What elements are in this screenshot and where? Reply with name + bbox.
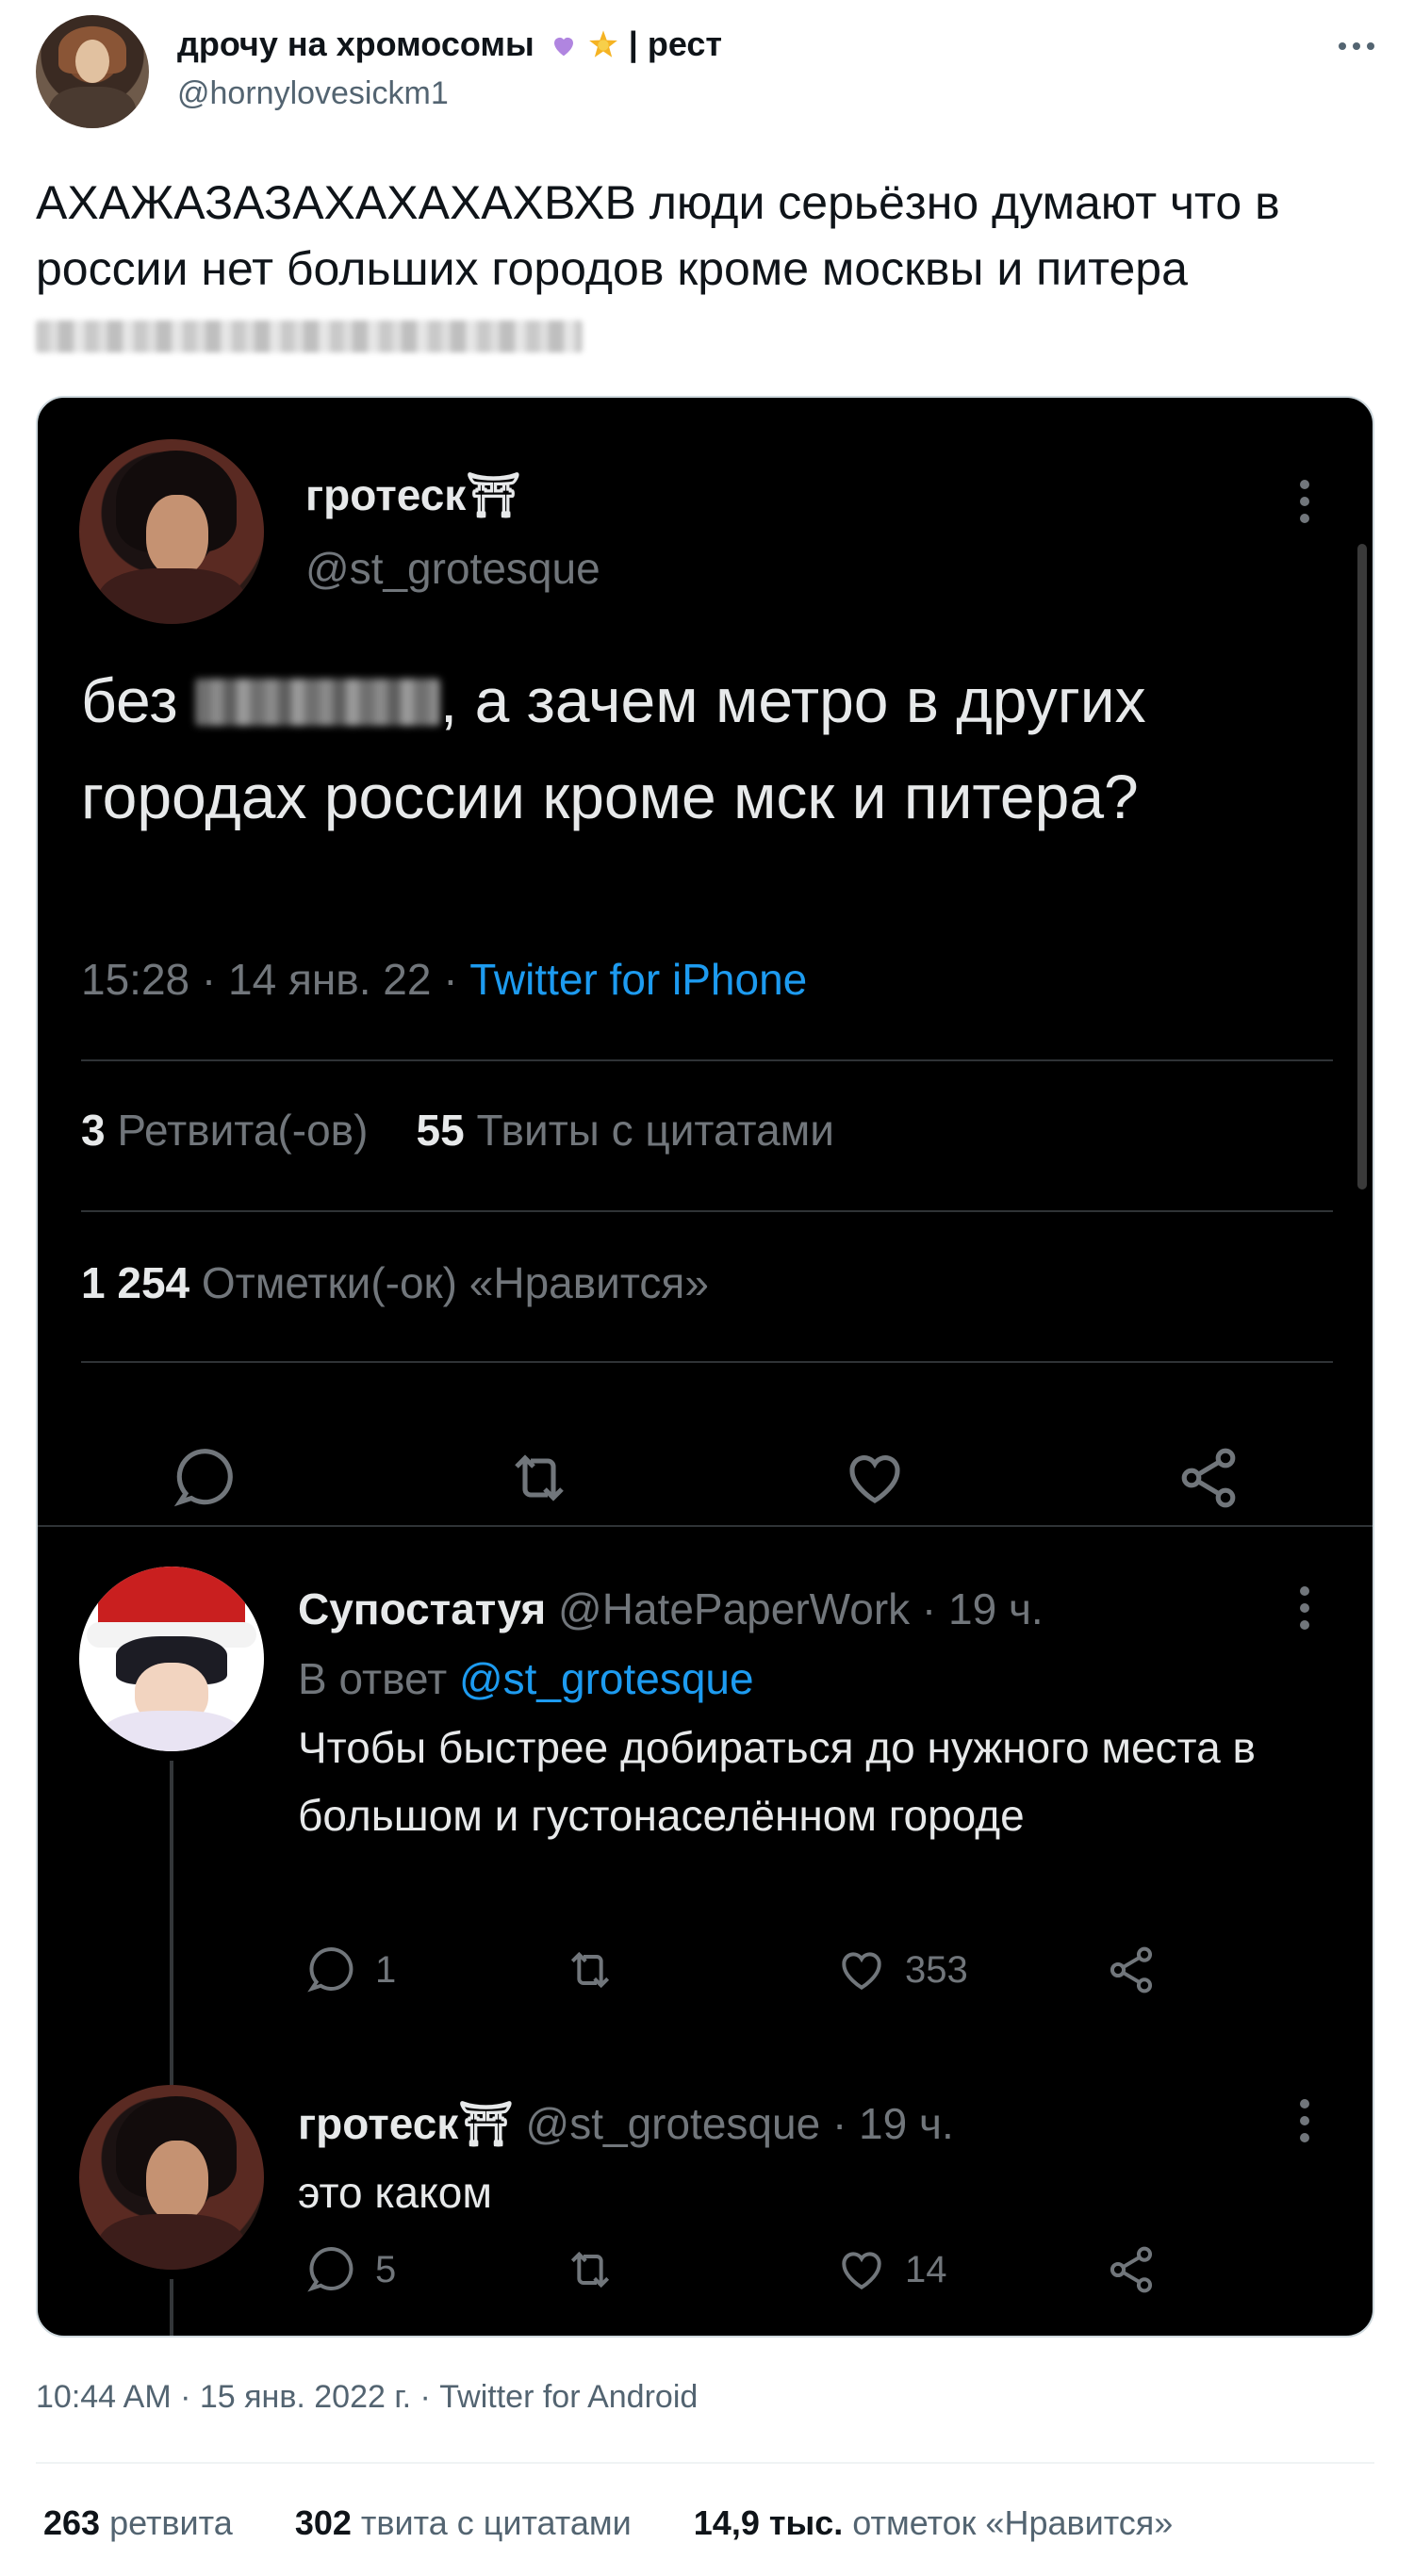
retweet-icon — [570, 1951, 610, 1989]
scrollbar[interactable] — [1357, 544, 1367, 1190]
outer-author-name-text: дрочу на хромосомы — [177, 25, 534, 63]
main-tweet-likes-stats[interactable]: 1 254 Отметки(-ок) «Нравится» — [81, 1257, 709, 1308]
reply-to-prefix: В ответ — [298, 1654, 448, 1703]
reply-1-like-count: 353 — [905, 1948, 968, 1991]
share-icon — [1110, 1946, 1153, 1994]
outer-likes-count: 14,9 тыс. — [693, 2503, 844, 2542]
quotes-label[interactable]: Твиты с цитатами — [476, 1106, 834, 1155]
retweet-icon[interactable] — [505, 1444, 573, 1512]
thread-line — [170, 1761, 173, 2085]
purple-heart-icon — [553, 37, 573, 57]
reply-author-avatar[interactable] — [79, 1567, 264, 1751]
outer-author-avatar[interactable] — [36, 15, 149, 128]
outer-likes-label: отметок «Нравится» — [852, 2503, 1174, 2542]
share-icon — [1110, 2246, 1153, 2293]
reply-icon — [307, 1947, 354, 1993]
retweets-label[interactable]: Ретвита(-ов) — [117, 1106, 368, 1155]
outer-author-name-suffix: | рест — [628, 25, 723, 63]
thread-line — [170, 2279, 173, 2336]
outer-tweet-text-content: АХАЖАЗАЗАХАХАХАХВХВ люди серьёзно думают… — [36, 176, 1280, 295]
divider — [81, 1361, 1333, 1363]
outer-quotes-count: 302 — [294, 2503, 352, 2542]
reply-2-reply-action[interactable]: 5 — [305, 2241, 396, 2298]
reply-1-text: Чтобы быстрее добираться до нужного мест… — [298, 1723, 1256, 1840]
main-tweet-retweet-quote-stats: 3 Ретвита(-ов) 55 Твиты с цитатами — [81, 1105, 834, 1156]
outer-quotes-stat[interactable]: 302 твита с цитатами — [295, 2503, 632, 2542]
outer-retweets-label: ретвита — [109, 2503, 233, 2542]
divider — [36, 2462, 1374, 2464]
divider — [81, 1210, 1333, 1212]
retweet-icon — [570, 2251, 610, 2289]
blurred-emoji-strip — [36, 320, 583, 353]
reply-2-share-action[interactable] — [1105, 2241, 1175, 2298]
reply-1-author-handle[interactable]: @HatePaperWork · 19 ч. — [558, 1584, 1044, 1633]
main-tweet-time: 15:28 · 14 янв. 22 · — [81, 955, 458, 1004]
reply-2-retweet-action[interactable] — [564, 2241, 633, 2298]
reply-1-header[interactable]: Супостатуя @HatePaperWork · 19 ч. — [298, 1583, 1044, 1634]
outer-retweets-count: 263 — [43, 2503, 101, 2542]
outer-author-handle[interactable]: @hornylovesickm1 — [177, 75, 449, 112]
like-icon[interactable] — [841, 1444, 909, 1512]
outer-quotes-label: твита с цитатами — [360, 2503, 632, 2542]
outer-author-name[interactable]: дрочу на хромосомы | рест — [177, 25, 722, 64]
outer-tweet-stats: 263 ретвита 302 твита с цитатами 14,9 ты… — [43, 2503, 1173, 2543]
reply-2-reply-count: 5 — [375, 2248, 397, 2290]
like-icon — [842, 2252, 881, 2289]
like-icon — [842, 1952, 881, 1990]
outer-likes-stat[interactable]: 14,9 тыс. отметок «Нравится» — [694, 2503, 1174, 2542]
main-tweet-meta: 15:28 · 14 янв. 22 · Twitter for iPhone — [81, 954, 807, 1005]
divider — [38, 1525, 1373, 1527]
more-icon[interactable] — [1297, 2092, 1312, 2149]
main-author-avatar[interactable] — [79, 439, 264, 624]
divider — [81, 1059, 1333, 1061]
reply-2-author-name[interactable]: гротеск⛩ — [298, 2099, 514, 2148]
reply-2-header[interactable]: гротеск⛩ @st_grotesque · 19 ч. — [298, 2098, 954, 2150]
reply-1-reply-action[interactable]: 1 — [305, 1942, 396, 1998]
retweets-count[interactable]: 3 — [81, 1106, 106, 1155]
reply-2-text: это каком — [298, 2168, 492, 2217]
reply-2-author-handle[interactable]: @st_grotesque · 19 ч. — [526, 2099, 954, 2148]
reply-2-like-action[interactable]: 14 — [835, 2241, 947, 2298]
likes-label: Отметки(-ок) «Нравится» — [201, 1258, 709, 1307]
main-tweet-text: без , а зачем метро в других городах рос… — [81, 652, 1344, 845]
reply-1-retweet-action[interactable] — [564, 1942, 633, 1998]
outer-retweets-stat[interactable]: 263 ретвита — [43, 2503, 233, 2542]
reply-1-like-action[interactable]: 353 — [835, 1942, 968, 1998]
reply-1-author-name[interactable]: Супостатуя — [298, 1584, 546, 1633]
reply-2-author-avatar[interactable] — [79, 2085, 264, 2270]
star-icon — [588, 30, 617, 57]
reply-2-like-count: 14 — [905, 2248, 947, 2290]
main-author-handle[interactable]: @st_grotesque — [305, 543, 600, 594]
outer-tweet-text: АХАЖАЗАЗАХАХАХАХВХВ люди серьёзно думают… — [36, 170, 1374, 368]
main-tweet-source-link[interactable]: Twitter for iPhone — [469, 955, 807, 1004]
reply-1-replying-to: В ответ @st_grotesque — [298, 1653, 754, 1704]
likes-count: 1 254 — [81, 1258, 190, 1307]
more-icon[interactable] — [1297, 1580, 1312, 1636]
outer-tweet-timestamp[interactable]: 10:44 AM · 15 янв. 2022 г. · Twitter for… — [36, 2379, 698, 2416]
reply-1-share-action[interactable] — [1105, 1942, 1175, 1998]
blurred-word — [194, 679, 440, 726]
main-tweet-text-before: без — [81, 665, 178, 735]
main-author-name[interactable]: гротеск⛩ — [305, 469, 521, 521]
share-icon[interactable] — [1175, 1444, 1242, 1512]
quotes-count[interactable]: 55 — [417, 1106, 465, 1155]
reply-1-reply-count: 1 — [375, 1948, 397, 1991]
reply-icon[interactable] — [172, 1444, 239, 1512]
embedded-screenshot[interactable]: гротеск⛩ @st_grotesque без , а зачем мет… — [36, 396, 1374, 2338]
reply-icon — [307, 2247, 354, 2292]
more-icon[interactable] — [1333, 32, 1380, 60]
more-icon[interactable] — [1297, 473, 1312, 530]
reply-to-handle-link[interactable]: @st_grotesque — [459, 1654, 754, 1703]
